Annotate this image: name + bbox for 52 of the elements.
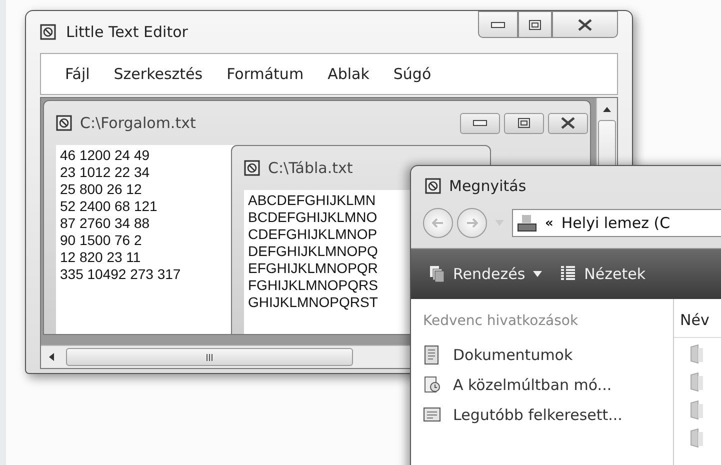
grip-icon bbox=[206, 354, 213, 360]
minimize-icon bbox=[491, 22, 505, 28]
minimize-button[interactable] bbox=[460, 112, 500, 134]
folder-icon bbox=[690, 372, 704, 392]
scroll-thumb[interactable] bbox=[66, 348, 353, 366]
scroll-left-icon bbox=[49, 353, 54, 361]
forward-button[interactable] bbox=[457, 208, 487, 238]
close-button[interactable] bbox=[548, 112, 588, 134]
favorite-link[interactable]: A közelmúltban mó... bbox=[423, 373, 673, 397]
views-icon bbox=[560, 266, 576, 282]
column-header[interactable]: Név bbox=[674, 299, 721, 338]
close-icon bbox=[578, 18, 592, 30]
documents-icon bbox=[423, 345, 441, 365]
menu-item[interactable]: Fájl bbox=[53, 65, 102, 83]
recent-documents-icon bbox=[423, 375, 441, 395]
address-path: Helyi lemez (C bbox=[561, 214, 670, 232]
maximize-button[interactable] bbox=[504, 112, 544, 134]
document-title: C:\Tábla.txt bbox=[268, 159, 354, 177]
document-title: C:\Forgalom.txt bbox=[80, 114, 197, 132]
text-area[interactable]: 46 1200 24 49 23 1012 22 34 25 800 26 12 52 2400 68 121 87 2760 34 88 90 1500 76 2 12 820 23 11 335 10492 273 317 bbox=[56, 145, 234, 334]
minimize-icon bbox=[473, 120, 487, 126]
folder-icon bbox=[690, 400, 704, 420]
app-icon bbox=[244, 160, 260, 176]
maximize-button[interactable] bbox=[518, 11, 552, 38]
window-title: Little Text Editor bbox=[66, 23, 189, 41]
close-icon bbox=[561, 117, 575, 129]
toolbar-button[interactable]: Nézetek bbox=[560, 265, 646, 283]
app-icon bbox=[56, 115, 72, 131]
caret-icon bbox=[533, 271, 542, 277]
menu-item[interactable]: Ablak bbox=[316, 65, 382, 83]
maximize-icon bbox=[529, 20, 541, 30]
back-arrow-icon bbox=[432, 218, 444, 228]
forward-arrow-icon bbox=[466, 218, 478, 228]
menu-item[interactable]: Szerkesztés bbox=[102, 65, 215, 83]
breadcrumb-overflow[interactable]: « bbox=[545, 216, 554, 230]
maximize-icon bbox=[518, 118, 530, 128]
close-button[interactable] bbox=[552, 11, 618, 38]
folder-icon bbox=[690, 344, 704, 364]
menu-item[interactable]: Súgó bbox=[381, 65, 444, 83]
address-field[interactable]: « Helyi lemez (C bbox=[512, 209, 721, 237]
favorite-link[interactable]: Legutóbb felkeresett... bbox=[423, 403, 673, 427]
minimize-button[interactable] bbox=[478, 11, 518, 38]
toolbar-button[interactable]: Rendezés bbox=[429, 265, 542, 283]
scroll-up-icon bbox=[603, 107, 611, 112]
app-icon bbox=[40, 24, 56, 40]
organize-icon bbox=[429, 265, 445, 283]
drive-icon bbox=[517, 213, 537, 233]
menu-item[interactable]: Formátum bbox=[214, 65, 316, 83]
favorite-link[interactable]: Dokumentumok bbox=[423, 343, 673, 367]
back-button[interactable] bbox=[423, 208, 453, 238]
folder-icon bbox=[690, 428, 704, 448]
app-icon bbox=[425, 178, 441, 194]
